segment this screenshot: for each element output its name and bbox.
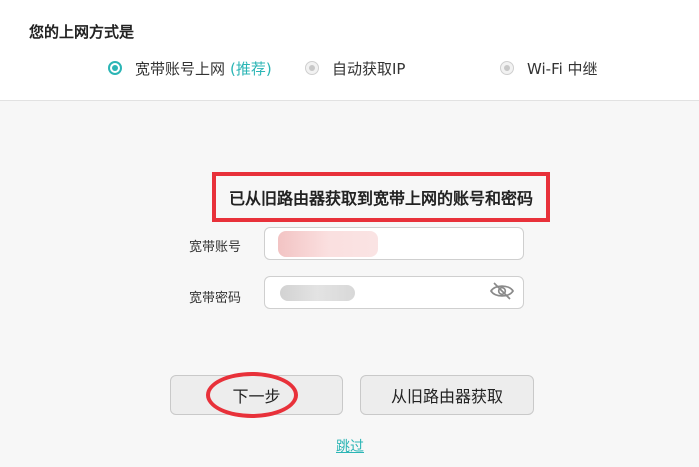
option-label: Wi-Fi 中继 [527,59,598,78]
connection-type-panel: 您的上网方式是 宽带账号上网 (推荐) 自动获取IP Wi-Fi 中继 [0,0,699,101]
password-visibility-icon[interactable] [489,280,515,302]
connection-type-title: 您的上网方式是 [29,23,135,41]
radio-selected-icon[interactable] [108,61,122,75]
notice-text: 已从旧路由器获取到宽带上网的账号和密码 [228,189,533,208]
account-input[interactable] [264,227,524,260]
fetch-from-old-router-button[interactable]: 从旧路由器获取 [360,375,534,415]
option-auto-ip[interactable]: 自动获取IP [305,58,405,78]
recommended-tag: (推荐) [230,59,272,78]
password-label: 宽带密码 [189,291,242,306]
password-input[interactable] [264,276,524,309]
option-wifi-repeater[interactable]: Wi-Fi 中继 [500,58,598,78]
skip-link[interactable]: 跳过 [336,436,364,456]
option-label: 自动获取IP [332,59,406,78]
option-broadband-account[interactable]: 宽带账号上网 (推荐) [108,58,272,78]
next-button[interactable]: 下一步 [170,375,343,415]
account-label: 宽带账号 [189,240,242,255]
radio-unselected-icon[interactable] [500,61,514,75]
option-label: 宽带账号上网 [135,59,226,78]
notice-highlight-box: 已从旧路由器获取到宽带上网的账号和密码 [212,172,550,222]
radio-unselected-icon[interactable] [305,61,319,75]
